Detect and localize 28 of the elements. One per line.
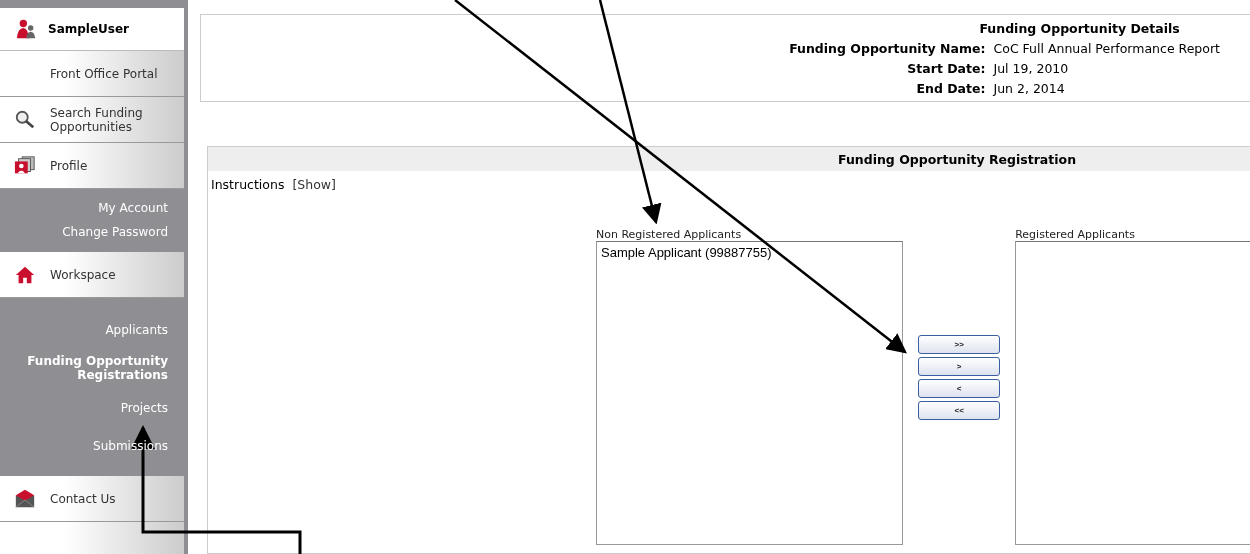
details-title: Funding Opportunity Details [978,19,1181,37]
user-icon [16,18,38,40]
search-icon [14,108,36,131]
field-value: Jun 2, 2014 [993,79,1066,97]
user-name: SampleUser [48,22,130,36]
list-label: Non Registered Applicants [596,228,743,241]
field-value: Jul 19, 2010 [993,59,1070,77]
sidebar-item[interactable]: Search Funding Opportunities [0,97,184,143]
sidebar-item[interactable]: Profile [0,143,184,189]
field-label: Funding Opportunity Name: [789,39,986,57]
applicant-list[interactable] [1015,241,1250,545]
field-label: Start Date: [906,59,986,77]
list-label: Registered Applicants [1015,228,1136,241]
move-button[interactable]: >> [918,335,1001,354]
list-option[interactable]: Sample Applicant (99887755) [601,245,899,260]
field-value: CoC Full Annual Performance Report [993,39,1220,57]
move-button[interactable]: << [918,401,1001,420]
move-button[interactable]: < [918,379,1001,398]
sidebar-item[interactable]: Contact Us [0,476,184,522]
envelope-icon [14,487,36,510]
sidebar-item[interactable]: Workspace [0,252,184,298]
instructions-label: Instructions [211,177,285,192]
move-button[interactable]: > [918,357,1001,376]
field-label: End Date: [915,79,986,97]
applicant-list[interactable]: Sample Applicant (99887755) [596,241,904,545]
sidebar-item[interactable]: Front Office Portal [0,51,184,97]
registration-header: Funding Opportunity Registration [208,147,1250,171]
show-link[interactable]: [Show] [292,177,336,192]
